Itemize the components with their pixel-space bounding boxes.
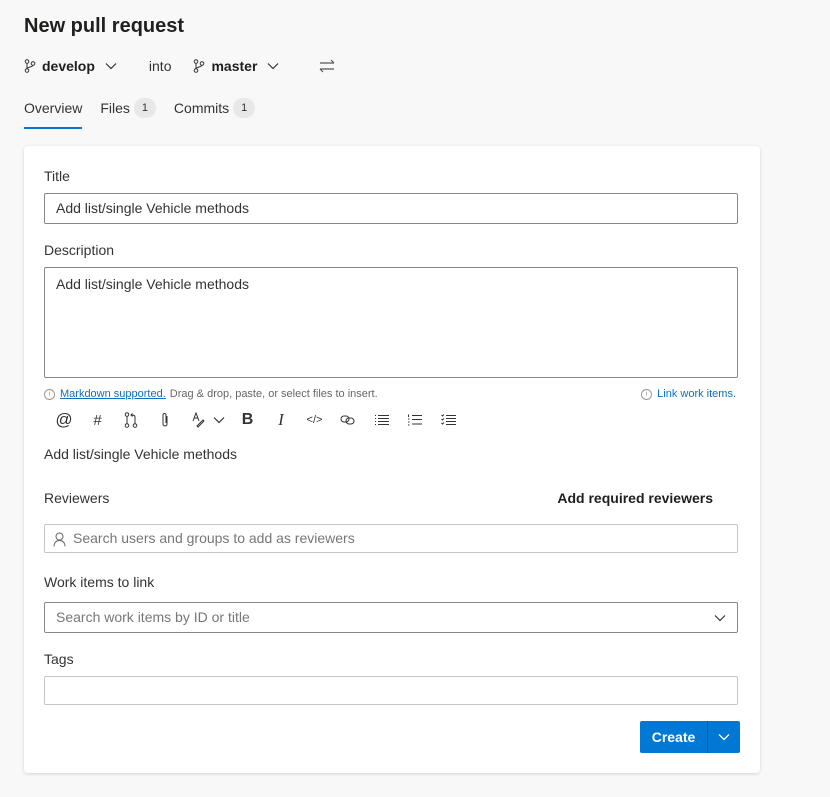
- pull-request-form: Title Add list/single Vehicle methods De…: [24, 146, 760, 773]
- numbered-list-icon[interactable]: [403, 408, 427, 432]
- source-branch-dropdown[interactable]: develop: [24, 58, 123, 74]
- description-textarea[interactable]: Add list/single Vehicle methods: [44, 267, 738, 378]
- source-branch-name: develop: [42, 58, 95, 74]
- tags-label: Tags: [44, 651, 74, 667]
- info-icon: i: [641, 388, 653, 400]
- work-items-combobox[interactable]: Search work items by ID or title: [44, 602, 738, 633]
- title-label: Title: [44, 168, 70, 184]
- create-options-dropdown[interactable]: [707, 721, 740, 753]
- count-badge: 1: [233, 98, 256, 118]
- tab-label: Commits: [173, 100, 230, 116]
- description-label: Description: [44, 242, 115, 258]
- tab-commits[interactable]: Commits 1: [173, 97, 256, 119]
- swap-branches-icon[interactable]: [319, 59, 335, 73]
- markdown-hint-text: Drag & drop, paste, or select files to i…: [169, 388, 378, 400]
- work-items-label: Work items to link: [44, 574, 155, 590]
- target-branch-name: master: [211, 58, 258, 74]
- tags-input[interactable]: [44, 676, 738, 705]
- tab-label: Files: [100, 100, 130, 116]
- branch-selector: develop into master: [24, 56, 335, 76]
- reviewers-label: Reviewers: [44, 490, 110, 506]
- create-button-group: Create: [640, 721, 740, 753]
- bullet-list-icon[interactable]: [370, 408, 394, 432]
- hash-icon[interactable]: #: [86, 408, 110, 432]
- description-preview: Add list/single Vehicle methods: [44, 446, 237, 462]
- reviewers-placeholder: Search users and groups to add as review…: [73, 530, 355, 546]
- chevron-down-icon: [105, 63, 117, 70]
- task-list-icon[interactable]: [437, 408, 461, 432]
- tab-bar: Overview Files 1 Commits 1: [24, 97, 273, 129]
- add-required-reviewers-button[interactable]: Add required reviewers: [557, 490, 713, 506]
- tab-overview[interactable]: Overview: [24, 97, 83, 129]
- attach-icon[interactable]: [153, 408, 177, 432]
- info-icon: i: [44, 388, 55, 400]
- person-icon: [53, 532, 66, 547]
- reviewers-search-input[interactable]: Search users and groups to add as review…: [44, 524, 738, 553]
- tab-label: Overview: [24, 100, 83, 116]
- count-badge: 1: [133, 98, 156, 118]
- chevron-down-icon: [718, 734, 730, 741]
- title-input[interactable]: Add list/single Vehicle methods: [44, 193, 738, 224]
- pull-request-icon[interactable]: [119, 408, 143, 432]
- markdown-hint: i Markdown supported. Drag & drop, paste…: [44, 388, 378, 400]
- create-button[interactable]: Create: [640, 721, 707, 753]
- work-items-placeholder: Search work items by ID or title: [56, 609, 250, 625]
- into-label: into: [148, 58, 172, 74]
- tab-files[interactable]: Files 1: [100, 97, 156, 119]
- highlight-icon[interactable]: [186, 408, 210, 432]
- markdown-link[interactable]: Markdown supported.: [60, 388, 166, 400]
- link-icon[interactable]: [336, 408, 360, 432]
- target-branch-dropdown[interactable]: master: [193, 58, 285, 74]
- mention-icon[interactable]: @: [52, 408, 76, 432]
- chevron-down-icon[interactable]: [212, 408, 226, 432]
- chevron-down-icon: [714, 615, 726, 622]
- code-icon[interactable]: </>: [303, 408, 327, 432]
- branch-icon: [24, 59, 36, 73]
- formatting-toolbar: @ # B I </>: [52, 408, 470, 432]
- chevron-down-icon: [267, 63, 279, 70]
- bold-icon[interactable]: B: [236, 408, 260, 432]
- branch-icon: [194, 59, 205, 73]
- page-title: New pull request: [24, 15, 185, 37]
- italic-icon[interactable]: I: [269, 408, 293, 432]
- link-work-items-link[interactable]: Link work items.: [657, 388, 736, 400]
- link-work-items: i Link work items.: [641, 388, 740, 400]
